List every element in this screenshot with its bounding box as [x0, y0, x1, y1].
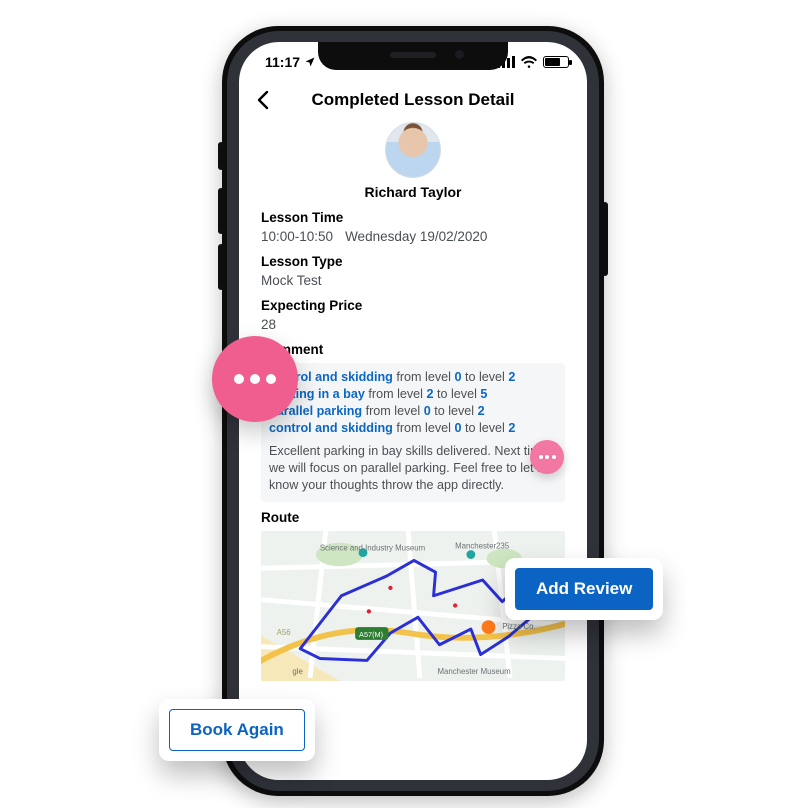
speaker-grill — [390, 52, 436, 58]
status-time: 11:17 — [265, 54, 300, 70]
location-icon — [304, 56, 316, 68]
map-label-pizza: Pizza Co. — [502, 622, 535, 631]
label-lesson-type: Lesson Type — [261, 254, 565, 269]
map-label-science: Science and Industry Museum — [320, 544, 425, 553]
battery-icon — [543, 56, 569, 68]
notch — [318, 42, 508, 70]
label-expecting-price: Expecting Price — [261, 298, 565, 313]
front-camera — [455, 50, 464, 59]
skill-from: 0 — [454, 421, 461, 435]
back-button[interactable] — [255, 90, 273, 110]
skill-from: 0 — [424, 404, 431, 418]
label-comment: Comment — [261, 342, 565, 357]
book-again-button[interactable]: Book Again — [169, 709, 305, 751]
comment-chat-icon[interactable] — [530, 440, 564, 474]
map-label-museum: Manchester Museum — [438, 667, 511, 676]
skill-progress-item: control and skidding from level 0 to lev… — [269, 369, 557, 386]
comment-box: control and skidding from level 0 to lev… — [261, 363, 565, 502]
lesson-time-range: 10:00-10:50 — [261, 229, 333, 244]
map-label-a56: A56 — [277, 628, 292, 637]
skill-to: 2 — [508, 421, 515, 435]
skill-progress-item: parking in a bay from level 2 to level 5 — [269, 386, 557, 403]
label-lesson-time: Lesson Time — [261, 210, 565, 225]
map-label-man235: Manchester235 — [455, 542, 510, 551]
page-title: Completed Lesson Detail — [253, 90, 573, 110]
map-label-a57: A57(M) — [359, 630, 383, 639]
label-route: Route — [261, 510, 565, 525]
skill-progress-item: parallel parking from level 0 to level 2 — [269, 403, 557, 420]
chat-icon[interactable] — [212, 336, 298, 422]
screen: 11:17 — [239, 42, 587, 780]
value-lesson-type: Mock Test — [261, 273, 565, 288]
skill-from: 2 — [426, 387, 433, 401]
skill-to: 2 — [508, 370, 515, 384]
value-lesson-time: 10:00-10:50 Wednesday 19/02/2020 — [261, 229, 565, 244]
avatar[interactable] — [385, 122, 441, 178]
lesson-day-date: Wednesday 19/02/2020 — [345, 229, 487, 244]
skill-to: 2 — [478, 404, 485, 418]
volume-down-button[interactable] — [218, 244, 224, 290]
mute-switch[interactable] — [218, 142, 224, 170]
map-label-gle: gle — [292, 667, 302, 676]
skill-list: control and skidding from level 0 to lev… — [269, 369, 557, 437]
header: Completed Lesson Detail — [239, 82, 587, 116]
add-review-button[interactable]: Add Review — [515, 568, 653, 610]
comment-text: Excellent parking in bay skills delivere… — [269, 443, 557, 494]
skill-name: control and skidding — [269, 421, 393, 435]
skill-from: 0 — [454, 370, 461, 384]
skill-to: 5 — [480, 387, 487, 401]
skill-progress-item: control and skidding from level 0 to lev… — [269, 420, 557, 437]
wifi-icon — [521, 56, 537, 68]
instructor-name: Richard Taylor — [365, 184, 462, 200]
volume-up-button[interactable] — [218, 188, 224, 234]
value-expecting-price: 28 — [261, 317, 565, 332]
power-button[interactable] — [602, 202, 608, 276]
